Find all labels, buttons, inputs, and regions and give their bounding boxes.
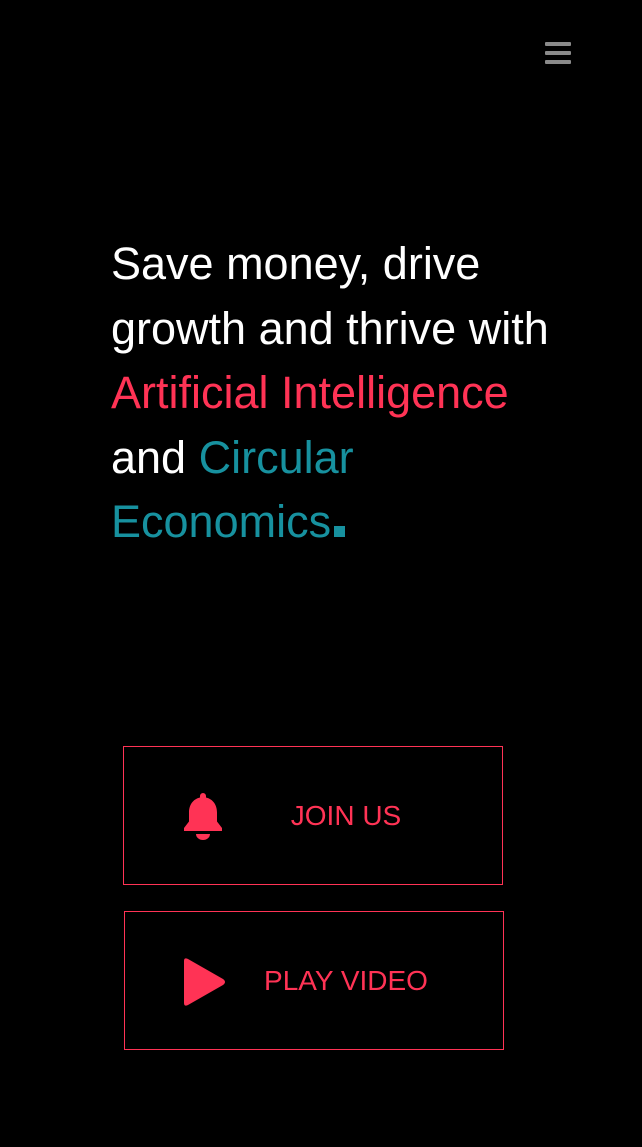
hero-highlight-ai: Artificial Intelligence [111,367,509,418]
hamburger-menu-icon-bar [545,60,571,64]
play-video-label: PLAY VIDEO [264,965,428,996]
hero-headline: Save money, drive growth and thrive with… [111,232,581,555]
play-video-button[interactable]: PLAY VIDEO [124,911,504,1050]
hero-headline-text: Save money, drive growth and thrive with [111,238,549,354]
join-us-label: JOIN US [290,800,402,831]
menu-button[interactable] [540,38,576,72]
accent-dot [334,526,346,537]
page: Save money, drive growth and thrive with… [0,0,642,1147]
hero-headline-connector: and [111,431,187,483]
bell-icon [184,793,222,840]
hamburger-menu-icon-bar [545,51,571,55]
play-icon [184,958,225,1006]
hamburger-menu-icon [545,42,571,46]
join-us-button[interactable]: JOIN US [123,746,503,885]
